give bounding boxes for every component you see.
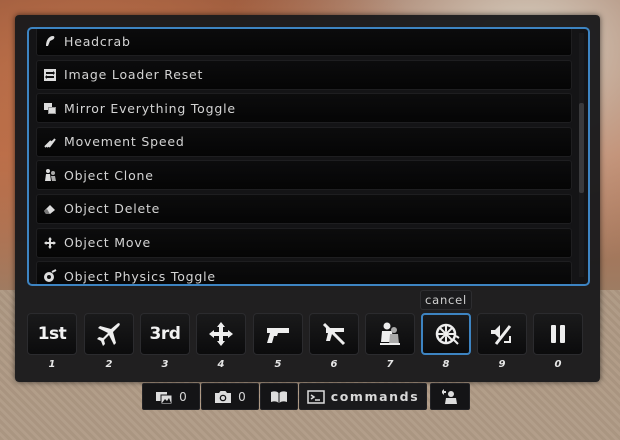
hotbar-key-3: 3 bbox=[161, 359, 169, 370]
camera-button[interactable]: 0 bbox=[201, 383, 259, 410]
book-icon bbox=[271, 390, 287, 403]
camera-count: 0 bbox=[238, 389, 246, 404]
list-scrollbar[interactable] bbox=[579, 33, 584, 277]
cancel-tooltip: cancel bbox=[420, 290, 472, 310]
first-person-icon: 1st bbox=[37, 324, 67, 344]
command-list[interactable]: Headcrab Image Loader Reset Mirror Every… bbox=[27, 27, 590, 286]
move-arrows-icon bbox=[43, 236, 57, 250]
hotbar-slot-8[interactable] bbox=[421, 313, 471, 355]
hotbar-key-7: 7 bbox=[386, 359, 394, 370]
scrollbar-thumb[interactable] bbox=[579, 103, 584, 193]
hotbar-key-8: 8 bbox=[442, 359, 450, 370]
terminal-icon bbox=[306, 389, 325, 404]
hotbar-slot-4[interactable] bbox=[196, 313, 246, 355]
clone-figure-icon bbox=[380, 322, 400, 345]
mute-icon bbox=[491, 325, 512, 345]
hotbar-key-1: 1 bbox=[48, 359, 56, 370]
hotbar-key-2: 2 bbox=[105, 359, 113, 370]
headcrab-icon bbox=[43, 34, 57, 48]
images-button[interactable]: 0 bbox=[142, 383, 200, 410]
physics-icon bbox=[43, 269, 57, 283]
hotbar-slot-5[interactable] bbox=[253, 313, 303, 355]
third-person-icon: 3rd bbox=[149, 324, 181, 344]
image-loader-reset-icon bbox=[43, 68, 57, 82]
command-item-object-move[interactable]: Object Move bbox=[36, 227, 572, 258]
command-item-image-loader-reset[interactable]: Image Loader Reset bbox=[36, 59, 572, 90]
guide-button[interactable] bbox=[260, 383, 298, 410]
move-arrows-icon bbox=[209, 322, 233, 346]
command-item-object-physics-toggle[interactable]: Object Physics Toggle bbox=[36, 261, 572, 284]
avatar-button[interactable] bbox=[430, 383, 470, 410]
command-item-movement-speed[interactable]: Movement Speed bbox=[36, 126, 572, 157]
mirror-icon bbox=[43, 101, 57, 115]
command-item-object-delete[interactable]: Object Delete bbox=[36, 193, 572, 224]
hotbar-key-9: 9 bbox=[498, 359, 506, 370]
hotbar-slot-3[interactable]: 3rd bbox=[140, 313, 190, 355]
clone-icon bbox=[43, 168, 57, 182]
commands-label: commands bbox=[330, 389, 420, 404]
hotbar-slot-9[interactable] bbox=[477, 313, 527, 355]
no-weapon-icon bbox=[322, 322, 346, 346]
hotbar-key-5: 5 bbox=[274, 359, 282, 370]
turbine-icon bbox=[435, 323, 460, 345]
commands-button[interactable]: commands bbox=[299, 383, 427, 410]
command-item-headcrab[interactable]: Headcrab bbox=[36, 29, 572, 56]
hotbar-key-4: 4 bbox=[217, 359, 225, 370]
airplane-icon bbox=[97, 323, 120, 346]
hotbar-slot-6[interactable] bbox=[309, 313, 359, 355]
images-icon bbox=[156, 391, 173, 404]
hotbar-slot-0[interactable] bbox=[533, 313, 583, 355]
eraser-icon bbox=[43, 202, 57, 216]
pause-icon bbox=[551, 325, 565, 343]
pistol-icon bbox=[267, 328, 289, 343]
hotbar-slot-1[interactable]: 1st bbox=[27, 313, 77, 355]
hotbar-key-6: 6 bbox=[330, 359, 338, 370]
camera-icon bbox=[215, 390, 232, 403]
speed-icon bbox=[43, 135, 57, 149]
images-count: 0 bbox=[179, 389, 187, 404]
hotbar-key-0: 0 bbox=[554, 359, 562, 370]
hotbar-slot-2[interactable] bbox=[84, 313, 134, 355]
hotbar-slot-7[interactable] bbox=[365, 313, 415, 355]
command-item-object-clone[interactable]: Object Clone bbox=[36, 160, 572, 191]
command-item-mirror-everything-toggle[interactable]: Mirror Everything Toggle bbox=[36, 93, 572, 124]
avatar-icon bbox=[442, 388, 457, 404]
